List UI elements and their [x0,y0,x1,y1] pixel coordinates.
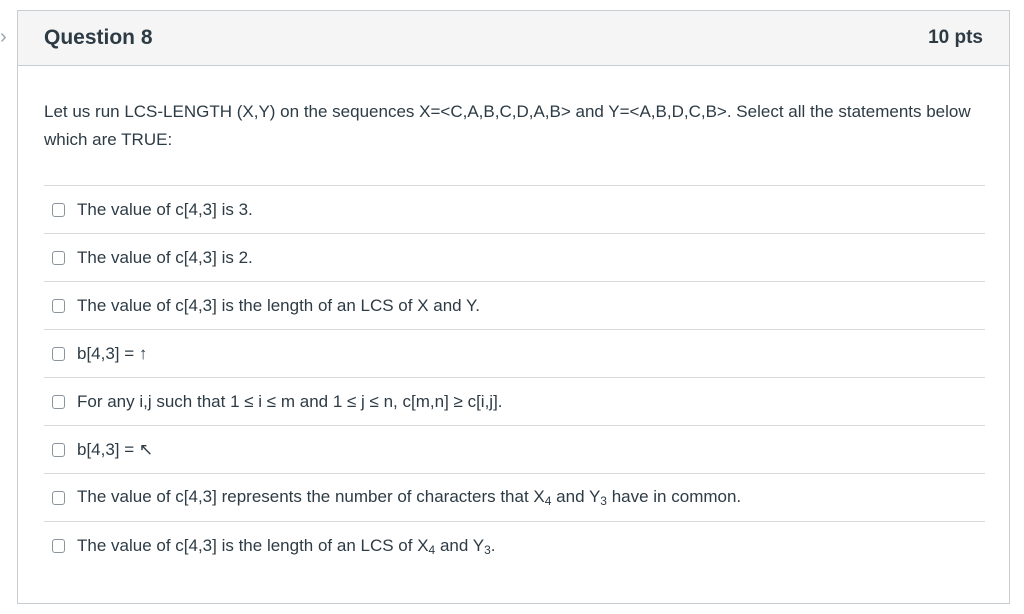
answer-label: b[4,3] = ↑ [77,343,148,363]
answer-option-6[interactable]: b[4,3] = ↖ [44,426,985,474]
answer-label: The value of c[4,3] is 3. [77,199,253,219]
answer-checkbox[interactable] [52,298,65,313]
answer-option-5[interactable]: For any i,j such that 1 ≤ i ≤ m and 1 ≤ … [44,378,985,426]
answer-checkbox[interactable] [52,250,65,265]
answer-option-1[interactable]: The value of c[4,3] is 3. [44,186,985,234]
question-header: Question 8 10 pts [18,11,1009,66]
up-arrow-icon: ↑ [138,343,148,363]
question-card: Question 8 10 pts Let us run LCS-LENGTH … [17,10,1010,604]
question-title: Question 8 [44,26,153,49]
answer-label: b[4,3] = ↖ [77,439,154,459]
answer-option-4[interactable]: b[4,3] = ↑ [44,330,985,378]
previous-question-chevron-icon[interactable]: › [0,26,10,48]
answer-option-8[interactable]: The value of c[4,3] is the length of an … [44,522,985,570]
answer-list: The value of c[4,3] is 3. The value of c… [44,185,985,570]
answer-label: The value of c[4,3] is the length of an … [77,295,480,315]
answer-checkbox[interactable] [52,442,65,457]
answer-option-7[interactable]: The value of c[4,3] represents the numbe… [44,474,985,522]
answer-checkbox[interactable] [52,539,65,553]
answer-option-3[interactable]: The value of c[4,3] is the length of an … [44,282,985,330]
answer-label: The value of c[4,3] is the length of an … [77,535,496,557]
answer-checkbox[interactable] [52,490,65,505]
answer-label: For any i,j such that 1 ≤ i ≤ m and 1 ≤ … [77,391,503,411]
answer-checkbox[interactable] [52,202,65,217]
answer-option-2[interactable]: The value of c[4,3] is 2. [44,234,985,282]
answer-checkbox[interactable] [52,346,65,361]
answer-label: The value of c[4,3] represents the numbe… [77,487,742,508]
answer-checkbox[interactable] [52,394,65,409]
question-points: 10 pts [928,27,983,48]
question-prompt: Let us run LCS-LENGTH (X,Y) on the seque… [44,102,971,149]
answer-label: The value of c[4,3] is 2. [77,247,253,267]
up-left-arrow-icon: ↖ [138,439,154,459]
